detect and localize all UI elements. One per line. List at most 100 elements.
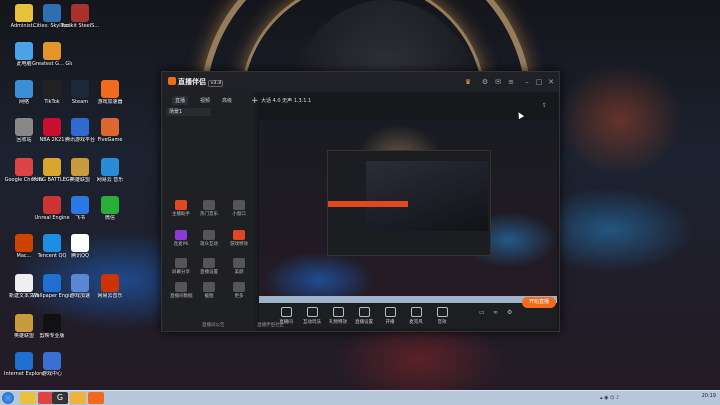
tool-tile[interactable]: 直播设置 <box>198 258 220 275</box>
desktop-app-icon <box>15 352 33 370</box>
tool-tile[interactable]: 观众互动 <box>198 230 220 247</box>
live-preview[interactable] <box>259 120 557 303</box>
tool-tile-icon <box>175 230 187 240</box>
desktop-icon-label: Toolkit SteelS... <box>60 23 100 29</box>
start-live-button[interactable]: 开始直播 <box>522 297 556 308</box>
bottom-tool[interactable]: 麦克风 <box>407 307 425 325</box>
tool-tile[interactable]: 主播助手 <box>170 200 192 217</box>
footer-link-notice[interactable]: 直播间公告 <box>202 322 225 328</box>
app-version: v3.8 <box>208 80 224 87</box>
tool-tile[interactable]: 截图 <box>198 282 220 299</box>
desktop-icon[interactable]: 微信 <box>90 196 130 221</box>
tab-video[interactable]: 视频 <box>200 97 210 104</box>
tool-tile-icon <box>203 200 215 210</box>
bottom-tool-icon <box>436 307 448 317</box>
desktop-app-icon <box>15 118 33 136</box>
scene-item[interactable]: 场景1 <box>166 108 211 116</box>
desktop-icon[interactable]: 游戏加速器 <box>90 80 130 105</box>
start-button-icon[interactable] <box>2 392 14 404</box>
tool-tile-icon <box>175 200 187 210</box>
desktop-icon-label: 微信 <box>104 215 115 221</box>
app-brand-name: 直播伴侣 <box>178 78 206 86</box>
desktop-icon-label: Greatest G... Global Off... <box>32 61 72 67</box>
desktop-app-icon <box>71 118 89 136</box>
desktop-icon-label: 游戏中心 <box>41 371 62 377</box>
tool-tile-label: 直播设置 <box>200 270 218 275</box>
tool-tile-label: 连麦PK <box>173 242 189 247</box>
bottom-tool[interactable]: 礼物特效 <box>329 307 347 325</box>
bottom-tool-icon <box>358 307 370 317</box>
tool-tile-icon <box>233 282 245 292</box>
settings-icon[interactable]: ⚙ <box>480 77 490 87</box>
tool-tile[interactable]: 直播间数据 <box>170 282 193 299</box>
desktop-app-icon <box>43 274 61 292</box>
desktop-icon[interactable]: Toolkit SteelS... <box>60 4 100 29</box>
tab-advanced[interactable]: 高级 <box>222 97 232 104</box>
tool-tile[interactable]: 小窗口 <box>228 200 250 217</box>
desktop-icon[interactable]: 网易云音乐 <box>90 274 130 299</box>
tool-tile-label: 小窗口 <box>232 212 246 217</box>
menu-icon[interactable]: ≡ <box>506 77 516 87</box>
taskbar-folder-icon[interactable] <box>70 392 86 404</box>
tab-live[interactable]: 直播 <box>172 96 189 105</box>
taskbar-app-g-icon[interactable]: G <box>52 392 68 404</box>
live-streaming-app-window[interactable]: 直播伴侣 v3.8 ♛ ⚙ ✉ ≡ – □ ✕ 直播 视频 高级 场景1 主播助… <box>161 71 560 332</box>
tool-tile-label: 屏幕分享 <box>172 270 190 275</box>
share-icon[interactable]: ⇪ <box>542 102 547 109</box>
system-tray: ▴ ◉ ⌬ ♪ <box>600 394 680 402</box>
taskbar-clock[interactable]: 20:19 <box>702 393 716 399</box>
add-scene-icon[interactable]: + <box>251 96 259 106</box>
tool-tile[interactable]: 屏幕分享 <box>170 258 192 275</box>
desktop-app-icon <box>43 80 61 98</box>
bottom-tool[interactable]: 直播设置 <box>355 307 373 325</box>
tool-tile-icon <box>203 282 215 292</box>
desktop-app-icon <box>15 234 33 252</box>
taskbar-explorer-icon[interactable] <box>20 392 36 404</box>
desktop-icon[interactable]: 游戏中心 <box>32 352 72 377</box>
maximize-icon[interactable]: □ <box>534 77 544 87</box>
bottom-tool-label: 开播 <box>385 320 395 325</box>
desktop-app-icon <box>101 80 119 98</box>
tool-tile[interactable]: 热门音乐 <box>198 200 220 217</box>
bottom-tool[interactable]: 互动玩法 <box>303 307 321 325</box>
desktop-icon-label: 剪映专业版 <box>39 333 65 339</box>
tool-tile-icon <box>233 200 245 210</box>
left-panel: 直播 视频 高级 场景1 主播助手 热门音乐 小窗口连麦PK 观众互动 游戏特效屏幕分享… <box>162 92 254 331</box>
close-icon[interactable]: ✕ <box>546 77 556 87</box>
crown-icon[interactable]: ♛ <box>463 77 473 87</box>
bottom-tool[interactable]: 开播 <box>381 307 399 325</box>
desktop-app-icon <box>101 274 119 292</box>
tool-tile[interactable]: 连麦PK <box>170 230 192 247</box>
taskbar-streaming-icon[interactable] <box>88 392 104 404</box>
link-icon[interactable]: ∞ <box>493 309 498 316</box>
title-bar[interactable]: 直播伴侣 v3.8 ♛ ⚙ ✉ ≡ – □ ✕ <box>162 72 559 92</box>
bottom-tool-icon <box>332 307 344 317</box>
desktop-app-icon <box>43 118 61 136</box>
scene-tab-title[interactable]: 大话 4.0 无声 1.3.1.1 <box>261 97 311 104</box>
desktop-icon[interactable]: FiveGame <box>90 118 130 143</box>
desktop-app-icon <box>101 196 119 214</box>
desktop-icon[interactable]: 腾讯QQ <box>60 234 100 259</box>
desktop-icon-label: 游戏加速器 <box>97 99 123 105</box>
desktop-icon[interactable]: 剪映专业版 <box>32 314 72 339</box>
minimize-icon[interactable]: – <box>522 77 532 87</box>
tool-tile-label: 美颜 <box>234 270 244 275</box>
bottom-tool-icon <box>384 307 396 317</box>
bottom-tool-icon <box>306 307 318 317</box>
desktop-icon[interactable]: 网易云 音乐 <box>90 158 130 183</box>
desktop-icon-label: 腾讯QQ <box>71 253 89 259</box>
desktop-icon[interactable]: Greatest G... Global Off... <box>32 42 72 67</box>
tool-tile[interactable]: 美颜 <box>228 258 250 275</box>
desktop-app-icon <box>101 158 119 176</box>
tool-tile-label: 游戏特效 <box>230 242 248 247</box>
tool-tile[interactable]: 游戏特效 <box>228 230 250 247</box>
mail-icon[interactable]: ✉ <box>493 77 503 87</box>
tool-tile-icon <box>203 230 215 240</box>
tray-icons[interactable]: ▴ ◉ ⌬ ♪ <box>600 395 619 401</box>
bottom-tool[interactable]: 音效 <box>433 307 451 325</box>
nested-preview-inner <box>366 161 488 231</box>
tool-tile[interactable]: 更多 <box>228 282 250 299</box>
camera-icon[interactable]: ▭ <box>479 309 485 316</box>
gear-small-icon[interactable]: ⚙ <box>507 309 512 316</box>
footer-link-community[interactable]: 直播伴侣社区 <box>257 322 284 328</box>
